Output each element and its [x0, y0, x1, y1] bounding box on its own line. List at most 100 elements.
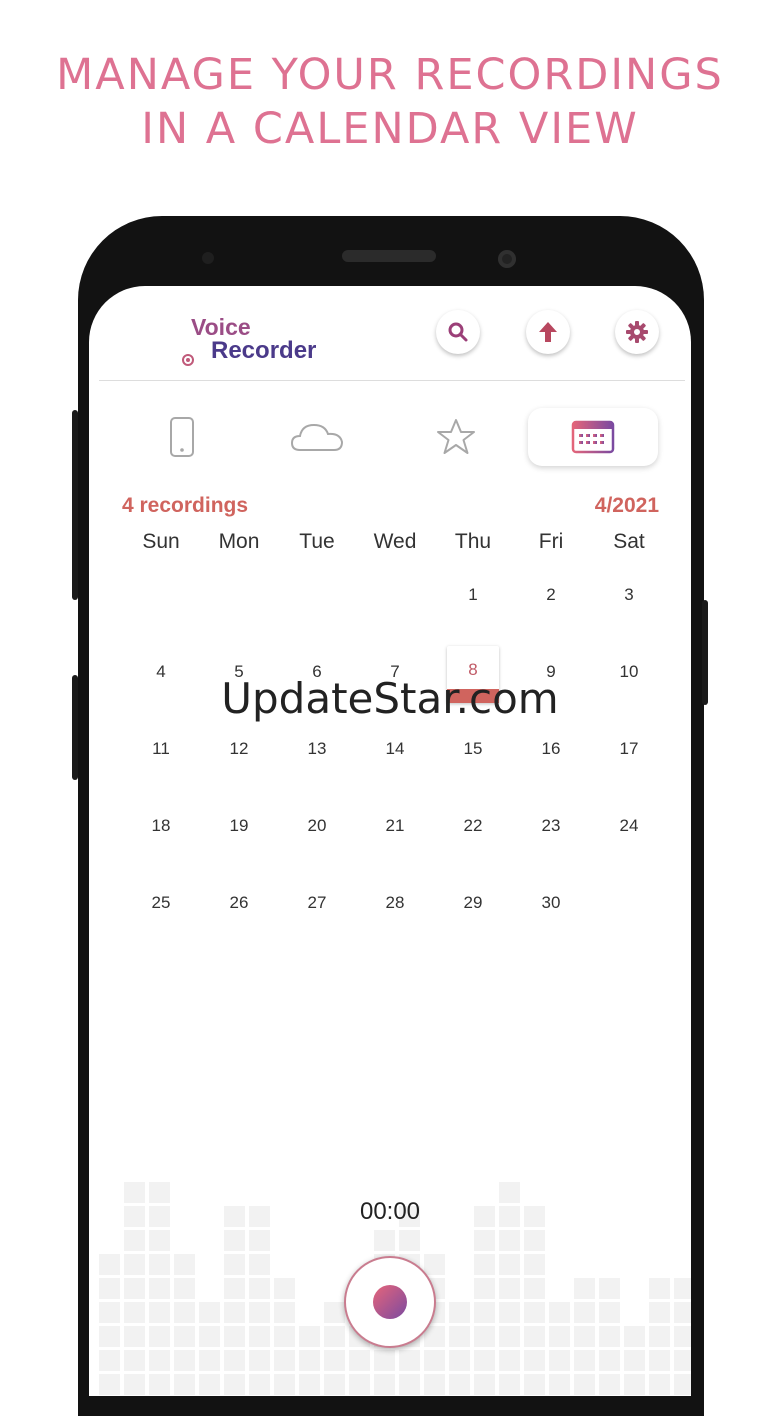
equalizer-block [274, 1326, 295, 1347]
equalizer-block [574, 1302, 595, 1323]
equalizer-block [574, 1278, 595, 1299]
headline-line-1: MANAGE YOUR RECORDINGS [56, 50, 724, 100]
equalizer-block [124, 1350, 145, 1371]
calendar-day-number: 24 [619, 816, 639, 835]
equalizer-block [249, 1374, 270, 1395]
equalizer-block [174, 1254, 195, 1275]
month-label[interactable]: 4/2021 [595, 494, 659, 518]
calendar-day[interactable]: 11 [122, 723, 200, 800]
calendar-day[interactable]: 19 [200, 800, 278, 877]
equalizer-block [674, 1374, 691, 1395]
tab-calendar[interactable] [528, 408, 658, 466]
calendar-day[interactable]: 16 [512, 723, 590, 800]
tab-cloud[interactable] [252, 408, 382, 466]
calendar-day[interactable]: 20 [278, 800, 356, 877]
equalizer-block [99, 1278, 120, 1299]
equalizer-block [499, 1278, 520, 1299]
search-button[interactable] [436, 310, 480, 354]
equalizer-block [499, 1350, 520, 1371]
equalizer-block [324, 1302, 345, 1323]
equalizer-block [224, 1254, 245, 1275]
equalizer-block [524, 1278, 545, 1299]
equalizer-block [424, 1254, 445, 1275]
tab-local[interactable] [117, 408, 247, 466]
phone-camera [498, 250, 516, 268]
equalizer-block [149, 1374, 170, 1395]
equalizer-block [124, 1254, 145, 1275]
equalizer-block [249, 1278, 270, 1299]
calendar-day-number: 13 [307, 739, 327, 758]
calendar-day[interactable]: 24 [590, 800, 668, 877]
equalizer-block [449, 1350, 470, 1371]
equalizer-block [549, 1302, 570, 1323]
weekday-label: Wed [373, 530, 417, 553]
equalizer-block [524, 1230, 545, 1251]
calendar-day[interactable]: 27 [278, 877, 356, 954]
calendar-day-number: 20 [307, 816, 327, 835]
equalizer-block [574, 1326, 595, 1347]
equalizer-block [99, 1350, 120, 1371]
equalizer-block [99, 1374, 120, 1395]
equalizer-block [124, 1302, 145, 1323]
equalizer-block [524, 1254, 545, 1275]
calendar-day-number: 1 [468, 585, 478, 604]
equalizer-block [524, 1374, 545, 1395]
upload-button[interactable] [526, 310, 570, 354]
equalizer-block [474, 1326, 495, 1347]
equalizer-block [224, 1326, 245, 1347]
equalizer-block [624, 1350, 645, 1371]
calendar-day[interactable]: 2 [512, 569, 590, 646]
tab-favorites[interactable] [391, 408, 521, 466]
equalizer-block [474, 1302, 495, 1323]
settings-button[interactable] [615, 310, 659, 354]
calendar-day-number: 30 [541, 893, 561, 912]
equalizer-block [174, 1350, 195, 1371]
equalizer-block [649, 1278, 670, 1299]
calendar-day[interactable]: 23 [512, 800, 590, 877]
calendar-day-number: 22 [463, 816, 483, 835]
equalizer-block [199, 1374, 220, 1395]
calendar-day[interactable]: 14 [356, 723, 434, 800]
weekday-label: Fri [538, 530, 564, 553]
headline-line-2: IN A CALENDAR VIEW [141, 104, 639, 154]
equalizer-block [474, 1254, 495, 1275]
calendar-day-number: 29 [463, 893, 483, 912]
calendar-day[interactable]: 22 [434, 800, 512, 877]
weekday-label: Sat [613, 530, 645, 553]
equalizer-block [224, 1374, 245, 1395]
calendar-day[interactable]: 21 [356, 800, 434, 877]
calendar-day[interactable]: 29 [434, 877, 512, 954]
calendar-day[interactable]: 3 [590, 569, 668, 646]
equalizer-block [624, 1374, 645, 1395]
calendar-day[interactable]: 1 [434, 569, 512, 646]
calendar-day[interactable]: 25 [122, 877, 200, 954]
equalizer-block [224, 1278, 245, 1299]
equalizer-block [174, 1326, 195, 1347]
calendar-day[interactable]: 26 [200, 877, 278, 954]
equalizer-block [199, 1302, 220, 1323]
record-dot-icon [373, 1285, 407, 1319]
app-screen: Voice Recorder 4 recordings 4/2021 Sun M… [89, 286, 691, 1396]
equalizer-block [149, 1326, 170, 1347]
calendar-day[interactable]: 12 [200, 723, 278, 800]
equalizer-block [649, 1374, 670, 1395]
app-logo: Voice Recorder [119, 298, 349, 370]
calendar-day[interactable]: 17 [590, 723, 668, 800]
search-icon [448, 322, 468, 342]
record-button[interactable] [344, 1256, 436, 1348]
calendar-day[interactable]: 13 [278, 723, 356, 800]
weekday-label: Sun [142, 530, 180, 553]
calendar-day[interactable]: 30 [512, 877, 590, 954]
equalizer-block [599, 1350, 620, 1371]
calendar-day[interactable]: 28 [356, 877, 434, 954]
equalizer-block [674, 1326, 691, 1347]
equalizer-block [424, 1374, 445, 1395]
calendar-empty-cell [200, 569, 278, 646]
calendar-day[interactable]: 15 [434, 723, 512, 800]
equalizer-block [424, 1350, 445, 1371]
equalizer-block [599, 1374, 620, 1395]
equalizer-block [649, 1326, 670, 1347]
calendar-day[interactable]: 18 [122, 800, 200, 877]
equalizer-block [574, 1350, 595, 1371]
calendar-day-number: 26 [229, 893, 249, 912]
